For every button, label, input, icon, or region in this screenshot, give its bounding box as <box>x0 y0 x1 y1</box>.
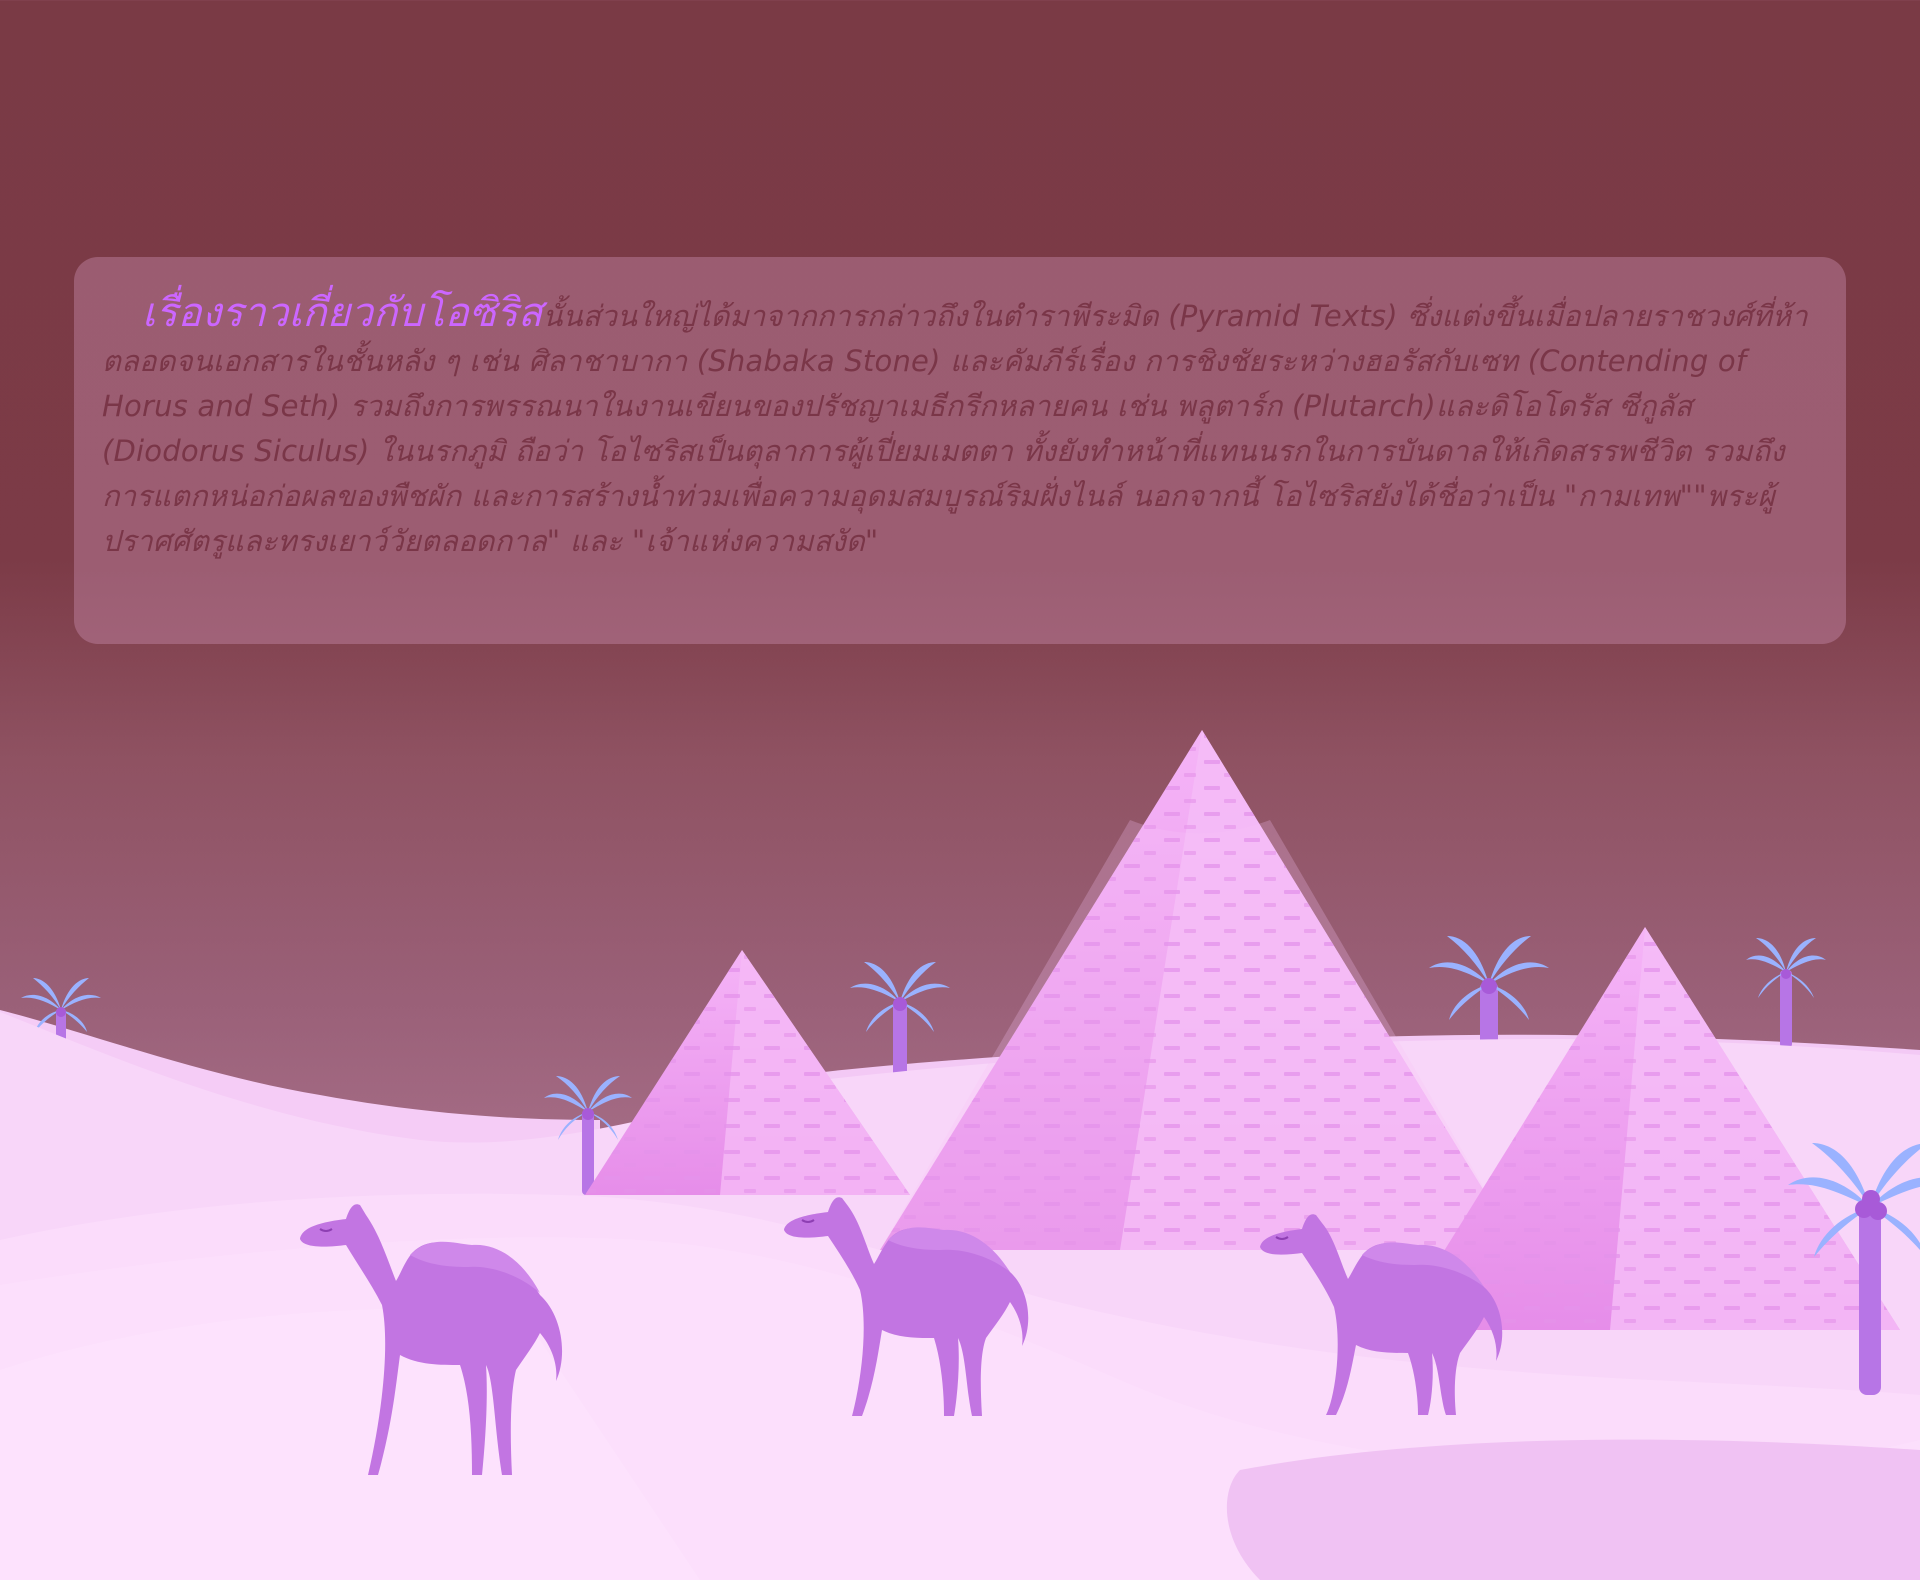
foreground-dune-shadow <box>1226 1439 1920 1580</box>
text-panel: เรื่องราวเกี่ยวกับโอซิริสนั้นส่วนใหญ่ได้… <box>74 257 1846 644</box>
palm-tree-icon <box>1746 938 1826 1048</box>
desert-scene <box>0 0 1920 1580</box>
pyramid-large-center <box>880 730 1520 1250</box>
desert-illustration <box>0 730 1920 1580</box>
article-paragraph: เรื่องราวเกี่ยวกับโอซิริสนั้นส่วนใหญ่ได้… <box>102 291 1818 564</box>
article-body: นั้นส่วนใหญ่ได้มาจากการกล่าวถึงในตำราพีร… <box>102 299 1808 558</box>
article-title: เรื่องราวเกี่ยวกับโอซิริส <box>142 290 543 336</box>
